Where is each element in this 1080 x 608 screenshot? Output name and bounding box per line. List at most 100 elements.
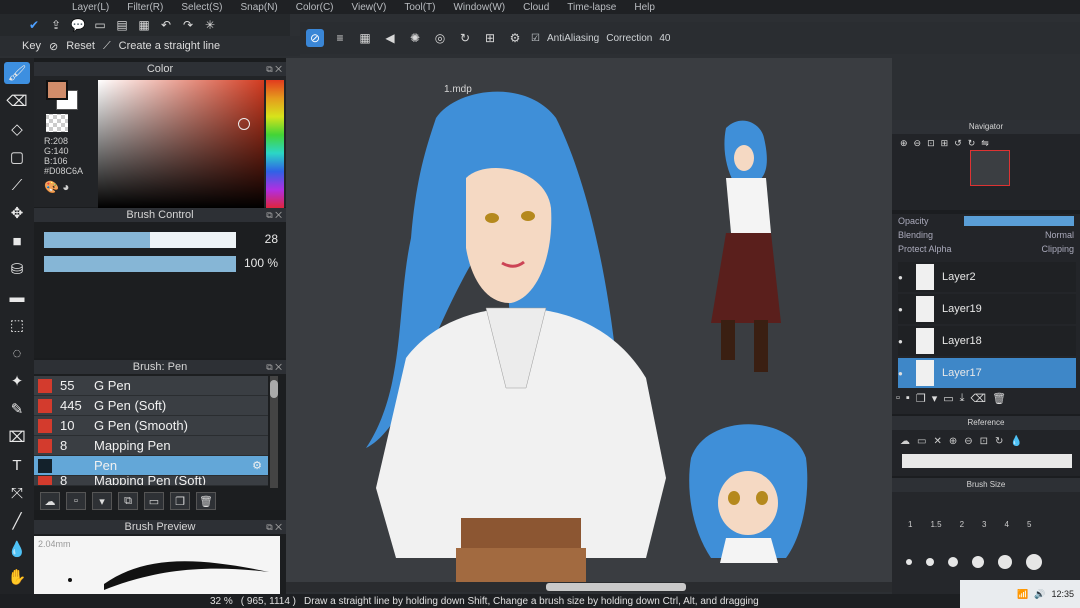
- canvas-horizontal-scrollbar[interactable]: [286, 582, 892, 592]
- navigator-thumbnail[interactable]: [970, 150, 1010, 186]
- export-icon[interactable]: ⇪: [48, 17, 64, 33]
- clear-icon[interactable]: ⌫: [971, 392, 987, 405]
- rotate-left-icon[interactable]: ↺: [954, 138, 962, 149]
- visibility-icon[interactable]: ●: [898, 305, 908, 314]
- eraser-tool-icon[interactable]: ⌫: [4, 90, 30, 112]
- check-icon[interactable]: ✔: [26, 17, 42, 33]
- brush-item-mapping-pen[interactable]: 8 Mapping Pen: [34, 436, 268, 456]
- size-preset-2[interactable]: [926, 558, 934, 566]
- zoom-in-icon[interactable]: ⊕: [900, 138, 908, 149]
- clock[interactable]: 12:35: [1051, 589, 1074, 599]
- select-eraser-icon[interactable]: ⌧: [4, 426, 30, 448]
- canvas-area[interactable]: 1.mdp: [286, 58, 892, 588]
- selection-eraser-icon[interactable]: ◇: [4, 118, 30, 140]
- foreground-color-swatch[interactable]: [46, 80, 68, 100]
- brush-size-slider[interactable]: [44, 232, 236, 248]
- rectangle-tool-icon[interactable]: ▢: [4, 146, 30, 168]
- snap-radial-icon[interactable]: ✺: [406, 29, 424, 47]
- chat-icon[interactable]: 💬: [70, 17, 86, 33]
- menu-cloud[interactable]: Cloud: [523, 2, 549, 13]
- folder-icon[interactable]: ▭: [144, 492, 164, 510]
- menu-timelapse[interactable]: Time-lapse: [567, 2, 616, 13]
- bucket-tool-icon[interactable]: ⛁: [4, 258, 30, 280]
- zoom-out-icon[interactable]: ⊖: [964, 436, 972, 447]
- flip-icon[interactable]: ⇋: [981, 138, 989, 149]
- hex-value[interactable]: #D08C6A: [44, 166, 83, 176]
- float-icon[interactable]: ⧉ ✕: [266, 62, 282, 76]
- visibility-icon[interactable]: ●: [898, 337, 908, 346]
- scrollbar-thumb[interactable]: [546, 583, 686, 591]
- size-preset-4[interactable]: [972, 556, 984, 568]
- menu-help[interactable]: Help: [634, 2, 655, 13]
- snap-settings-icon[interactable]: ⚙: [506, 29, 524, 47]
- magic-wand-icon[interactable]: ✦: [4, 370, 30, 392]
- clipping-checkbox[interactable]: Clipping: [1041, 244, 1074, 254]
- new-layer-icon[interactable]: ▫: [896, 392, 900, 405]
- visibility-icon[interactable]: ●: [898, 369, 908, 378]
- actual-size-icon[interactable]: ⊞: [941, 138, 949, 149]
- menu-tool[interactable]: Tool(T): [404, 2, 435, 13]
- float-icon[interactable]: ⧉ ✕: [266, 208, 282, 222]
- brush-size-value[interactable]: 28: [265, 232, 278, 246]
- snap-curve-icon[interactable]: ↻: [456, 29, 474, 47]
- move-tool-icon[interactable]: ✥: [4, 202, 30, 224]
- lasso-icon[interactable]: ◌: [4, 342, 30, 364]
- open-file-icon[interactable]: ▭: [917, 436, 926, 447]
- layer-item-layer17[interactable]: ● Layer17: [898, 358, 1076, 388]
- saturation-value-picker[interactable]: [98, 80, 264, 208]
- redo-icon[interactable]: ↷: [180, 17, 196, 33]
- snap-grid-icon[interactable]: ▦: [356, 29, 374, 47]
- zoom-in-icon[interactable]: ⊕: [949, 436, 957, 447]
- protect-alpha-checkbox[interactable]: Protect Alpha: [898, 244, 952, 254]
- folder-icon[interactable]: ▭: [943, 392, 953, 405]
- snap-circle-icon[interactable]: ◎: [431, 29, 449, 47]
- palette-icon[interactable]: 🎨 ◕: [44, 181, 83, 193]
- rotate-icon[interactable]: ↻: [995, 436, 1003, 447]
- copy-brush-icon[interactable]: ⧉: [118, 492, 138, 510]
- size-preset-1[interactable]: [906, 559, 912, 565]
- color-cursor[interactable]: [238, 118, 250, 130]
- divide-tool-icon[interactable]: ╱: [4, 510, 30, 532]
- close-icon[interactable]: ✕: [933, 436, 941, 447]
- menu-layer[interactable]: Layer(L): [72, 2, 109, 13]
- delete-layer-icon[interactable]: 🗑: [992, 392, 1006, 405]
- undo-icon[interactable]: ↶: [158, 17, 174, 33]
- duplicate-icon[interactable]: ❐: [170, 492, 190, 510]
- text-tool-icon[interactable]: T: [4, 454, 30, 476]
- hand-tool-icon[interactable]: ✋: [4, 566, 30, 588]
- menu-select[interactable]: Select(S): [181, 2, 222, 13]
- fit-icon[interactable]: ⊡: [927, 138, 935, 149]
- snap-left-icon[interactable]: ◀: [381, 29, 399, 47]
- merge-down-icon[interactable]: ⤓: [960, 392, 965, 405]
- fit-icon[interactable]: ⊡: [980, 436, 988, 447]
- wifi-icon[interactable]: 📶: [1017, 589, 1028, 600]
- menu-snap[interactable]: Snap(N): [240, 2, 277, 13]
- layer-item-layer2[interactable]: ● Layer2: [898, 262, 1076, 292]
- gradient-tool-icon[interactable]: ▬: [4, 286, 30, 308]
- reset-button[interactable]: Reset: [66, 40, 95, 52]
- cloud-icon[interactable]: ☁: [900, 436, 910, 447]
- size-preset-6[interactable]: [1026, 554, 1042, 570]
- eyedropper-icon[interactable]: 💧: [1010, 436, 1022, 447]
- brush-item-g-pen[interactable]: 55 G Pen: [34, 376, 268, 396]
- antialiasing-check-icon[interactable]: ☑: [531, 33, 540, 44]
- brush-tool-icon[interactable]: 🖌: [4, 62, 30, 84]
- brush-opacity-slider[interactable]: [44, 256, 236, 272]
- grid-icon[interactable]: ▦: [136, 17, 152, 33]
- reset-icon[interactable]: ⊘: [49, 40, 58, 53]
- new-brush-icon[interactable]: ▫: [66, 492, 86, 510]
- transparent-color-swatch[interactable]: [46, 114, 68, 132]
- layer-menu-icon[interactable]: ▾: [932, 392, 938, 405]
- snap-parallel-icon[interactable]: ≡: [331, 29, 349, 47]
- correction-value[interactable]: 40: [659, 33, 670, 44]
- copy-layer-icon[interactable]: ❐: [916, 392, 926, 405]
- float-icon[interactable]: ⧉ ✕: [266, 520, 282, 534]
- blending-select[interactable]: Normal: [1045, 230, 1074, 240]
- layer-opacity-slider[interactable]: [964, 216, 1074, 226]
- brush-item-pen[interactable]: Pen ⚙: [34, 456, 268, 476]
- select-pen-icon[interactable]: ✎: [4, 398, 30, 420]
- menu-filter[interactable]: Filter(R): [127, 2, 163, 13]
- float-icon[interactable]: ⧉ ✕: [266, 360, 282, 374]
- brush-menu-icon[interactable]: ▾: [92, 492, 112, 510]
- zoom-out-icon[interactable]: ⊖: [914, 138, 922, 149]
